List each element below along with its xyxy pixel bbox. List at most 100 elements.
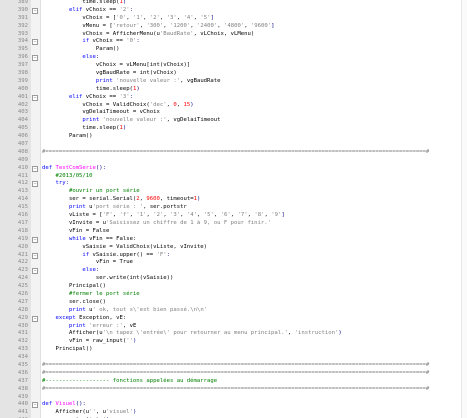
code-line[interactable]: 419− while vFin == False: — [0, 236, 467, 244]
code-token: '1200' — [170, 22, 191, 29]
code-line[interactable]: 395 Param() — [0, 46, 467, 54]
code-line[interactable]: 403 vgDelaiTimeout = vChoix — [0, 109, 467, 117]
code-token: #=======================================… — [42, 148, 430, 155]
fold-toggle-icon[interactable]: − — [32, 236, 38, 243]
code-line[interactable]: 410− def TestComSerie(): — [0, 165, 467, 173]
code-line[interactable]: 390− elif vChoix == '2': — [0, 7, 467, 15]
code-line[interactable]: 409 — [0, 157, 467, 165]
code-line[interactable]: 420 vSaisie = ValidChoix(vListe, vInvite… — [0, 244, 467, 252]
code-text: vFin = raw_input('') — [42, 338, 136, 346]
code-token: vInvite = u — [42, 219, 106, 226]
code-line[interactable]: 431 Afficher(u'\n tapez \'entrée\' pour … — [0, 330, 467, 338]
code-text: #=======================================… — [42, 149, 429, 157]
code-line[interactable]: 425 Principal() — [0, 283, 467, 291]
code-token: , — [197, 212, 204, 219]
code-text: vChoix = ['0', '1', '2', '3', '4', '5'] — [42, 14, 213, 23]
code-token: '8' — [254, 212, 265, 219]
code-line[interactable]: 416 vListe = ['F', 'f', '1', '2', '3', '… — [0, 212, 467, 220]
code-token: ) — [338, 330, 342, 337]
code-line[interactable]: 402 vChoix = ValidChoix('dec', 0, 15) — [0, 102, 467, 110]
fold-toggle-icon[interactable]: − — [32, 268, 38, 275]
code-line[interactable]: 389 time.sleep(1) — [0, 0, 467, 7]
line-number: 396 — [17, 54, 28, 61]
code-line[interactable]: 422 vFin = True — [0, 259, 467, 267]
code-line[interactable]: 424 ser.write(int(vSaisie)) — [0, 275, 467, 283]
line-number: 394 — [17, 38, 28, 45]
code-line[interactable]: 437 #------------------- fonctions appelé… — [0, 378, 467, 386]
code-line[interactable]: 440− def Visuel(): — [0, 401, 467, 409]
code-line[interactable]: 405 time.sleep(1) — [0, 125, 467, 133]
code-line[interactable]: 441 Afficher(u'', u'visuel') — [0, 409, 467, 417]
code-line[interactable]: 434 — [0, 354, 467, 362]
code-text: time.sleep(1) — [42, 86, 140, 94]
fold-toggle-icon[interactable]: − — [32, 315, 38, 322]
code-line[interactable]: 426 #fermer le port série — [0, 291, 467, 299]
code-text: print 'nouvelle valeur :', vgBaudRate — [42, 78, 221, 86]
code-line[interactable]: 404 print 'nouvelle valeur :', vgDelaiTi… — [0, 117, 467, 125]
code-line[interactable]: 438 #====================================… — [0, 386, 467, 394]
code-text: Principal() — [42, 283, 106, 291]
code-line[interactable]: 397 vChoix = vLMenu[int(vChoix)] — [0, 62, 467, 70]
line-number: 420 — [17, 243, 28, 250]
line-number: 407 — [17, 141, 28, 148]
code-line[interactable]: 407 — [0, 141, 467, 149]
code-editor[interactable]: 389 time.sleep(1) 390− elif vChoix == '2'… — [0, 0, 467, 418]
code-line[interactable]: 435 #====================================… — [0, 362, 467, 370]
code-line[interactable]: 398 vgBaudRate = int(vChoix) — [0, 70, 467, 78]
fold-toggle-icon[interactable]: − — [32, 94, 38, 101]
code-line[interactable]: 427 ser.close() — [0, 299, 467, 307]
fold-toggle-icon[interactable]: − — [32, 55, 38, 62]
vertical-scrollbar[interactable] — [461, 0, 467, 418]
code-text: #------------------- fonctions appelées … — [42, 378, 217, 386]
code-line[interactable]: 400 time.sleep(1) — [0, 86, 467, 94]
code-line[interactable]: 418 vFin = False — [0, 228, 467, 236]
fold-toggle-icon[interactable]: − — [32, 402, 38, 409]
line-number: 438 — [17, 385, 28, 392]
code-line[interactable]: 411 #2013/05/10 — [0, 173, 467, 181]
fold-toggle-icon[interactable]: − — [32, 181, 38, 188]
code-line[interactable]: 436 #====================================… — [0, 370, 467, 378]
code-line[interactable]: 392 vMenu = ['retour', '300', '1200', '2… — [0, 23, 467, 31]
code-line[interactable]: 408 #====================================… — [0, 149, 467, 157]
code-token: '6' — [220, 212, 231, 219]
line-number: 413 — [17, 188, 28, 195]
code-line[interactable]: 414 ser = serial.Serial(2, 9600, timeout… — [0, 196, 467, 204]
code-token: '4' — [183, 14, 194, 21]
code-line[interactable]: 417 vInvite = u'Saisissez un chiffre de … — [0, 220, 467, 228]
line-number: 435 — [17, 361, 28, 368]
code-line[interactable]: 413 #ouvrir un port série — [0, 188, 467, 196]
code-line[interactable]: 391 vChoix = ['0', '1', '2', '3', '4', '… — [0, 15, 467, 23]
fold-toggle-icon[interactable]: − — [32, 7, 38, 14]
fold-toggle-icon[interactable]: − — [32, 39, 38, 46]
code-text: ser.close() — [42, 299, 106, 307]
fold-toggle-icon[interactable]: − — [32, 165, 38, 172]
code-text: else: — [42, 267, 99, 275]
code-line[interactable]: 439 — [0, 394, 467, 402]
code-token: : — [95, 267, 100, 274]
code-line[interactable]: 396− else: — [0, 54, 467, 62]
code-line[interactable]: 394− if vChoix == '0': — [0, 38, 467, 46]
code-token: vChoix = [ — [42, 14, 117, 21]
code-line[interactable]: 423− else: — [0, 267, 467, 275]
code-line[interactable]: 393 vChoix = AfficherMenu(u'BaudRate', v… — [0, 31, 467, 39]
fold-toggle-icon[interactable]: − — [32, 252, 38, 259]
code-line[interactable]: 428 print u' ok, tout s\'est bien passé.… — [0, 307, 467, 315]
code-token: '2' — [119, 6, 130, 13]
code-line[interactable]: 401− elif vChoix == '3': — [0, 94, 467, 102]
code-token: ) — [122, 125, 127, 132]
code-token: : — [95, 54, 100, 61]
code-line[interactable]: 432 vFin = raw_input('') — [0, 338, 467, 346]
code-text: print u' ok, tout s\'est bien passé.\n\n… — [42, 307, 207, 315]
line-number: 423 — [17, 267, 28, 274]
code-line[interactable]: 415 print u'port série : ', ser.portstr — [0, 204, 467, 212]
code-token: else — [82, 267, 96, 274]
code-line[interactable]: 433 Principal() — [0, 346, 467, 354]
code-text: #=======================================… — [42, 370, 429, 378]
line-number: 403 — [17, 109, 28, 116]
code-line[interactable]: 421− if vSaisie.upper() == 'F': — [0, 252, 467, 260]
code-line[interactable]: 399 print 'nouvelle valeur :', vgBaudRat… — [0, 78, 467, 86]
line-number: 395 — [17, 46, 28, 53]
code-line[interactable]: 406 Param() — [0, 133, 467, 141]
code-line[interactable]: 429− except Exception, vE: — [0, 315, 467, 323]
